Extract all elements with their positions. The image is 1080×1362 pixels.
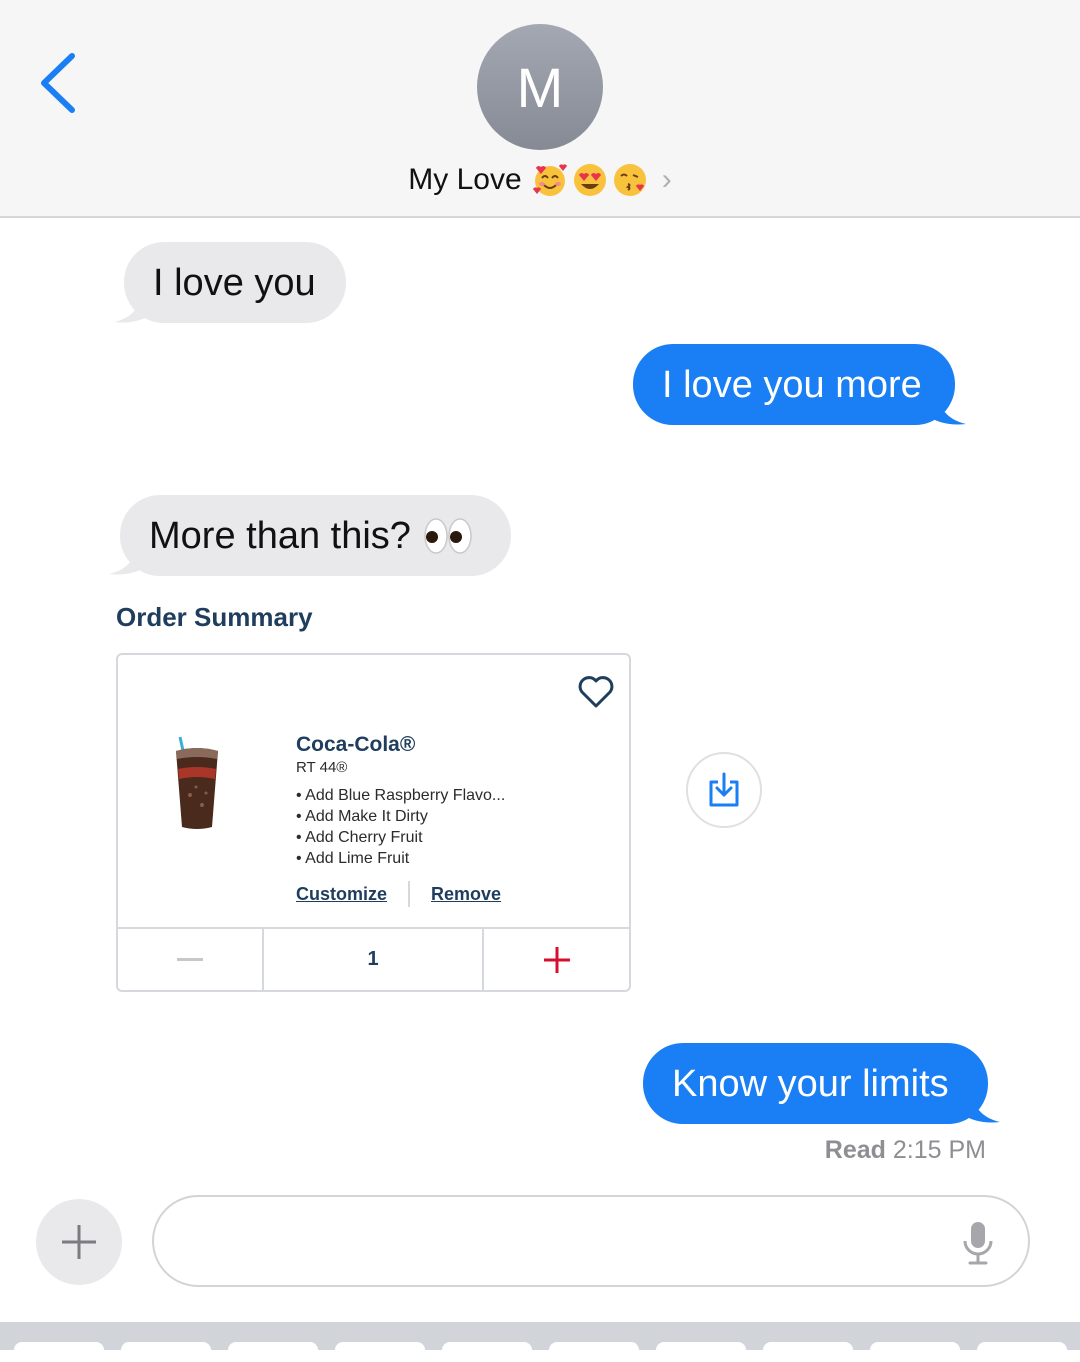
modifier-list: • Add Blue Raspberry Flavo... • Add Make… (296, 785, 505, 869)
message-input-container (152, 1195, 1030, 1287)
read-time: 2:15 PM (892, 1136, 986, 1164)
keyboard (0, 1322, 1080, 1362)
read-label: Read (824, 1136, 886, 1164)
save-share-button[interactable] (686, 752, 762, 828)
keyboard-key[interactable] (228, 1342, 318, 1362)
avatar[interactable]: M (477, 24, 603, 150)
list-item: • Add Make It Dirty (296, 808, 428, 825)
item-actions: Customize Remove (296, 881, 501, 907)
decrease-quantity-button[interactable] (118, 929, 264, 990)
customize-link[interactable]: Customize (296, 884, 387, 905)
keyboard-key[interactable] (14, 1342, 104, 1362)
microphone-icon[interactable] (962, 1221, 994, 1265)
face-blowing-kiss-icon (613, 164, 646, 196)
read-receipt: Read 2:15 PM (825, 1136, 986, 1165)
keyboard-key[interactable] (442, 1342, 532, 1362)
list-item: • Add Blue Raspberry Flavo... (296, 787, 506, 804)
list-item: • Add Lime Fruit (296, 850, 410, 867)
avatar-initial: M (516, 55, 564, 119)
contact-emojis (532, 162, 648, 198)
message-text: More than this? (149, 514, 411, 557)
plus-icon (62, 1225, 96, 1259)
keyboard-key[interactable] (870, 1342, 960, 1362)
message-text: I love you (153, 261, 316, 304)
contact-name-button[interactable]: My Love › (0, 160, 1080, 200)
divider (408, 881, 411, 907)
eyes-icon (424, 517, 472, 554)
message-bubble-outgoing[interactable]: Know your limits (643, 1043, 988, 1124)
quantity-stepper: 1 (118, 927, 629, 990)
message-bubble-incoming[interactable]: More than this? (120, 495, 511, 576)
message-text: I love you more (662, 363, 922, 406)
keyboard-key[interactable] (121, 1342, 211, 1362)
keyboard-key[interactable] (763, 1342, 853, 1362)
heart-eyes-icon (573, 164, 606, 196)
apps-plus-button[interactable] (36, 1199, 122, 1285)
smiling-face-with-hearts-icon (532, 164, 567, 196)
message-bubble-outgoing[interactable]: I love you more (633, 344, 955, 425)
keyboard-key[interactable] (549, 1342, 639, 1362)
plus-icon (543, 946, 570, 973)
order-summary-title: Order Summary (116, 602, 313, 632)
keyboard-key[interactable] (977, 1342, 1067, 1362)
list-item: • Add Cherry Fruit (296, 829, 423, 846)
keyboard-key[interactable] (335, 1342, 425, 1362)
back-chevron-icon[interactable] (36, 50, 80, 116)
quantity-value: 1 (264, 929, 484, 990)
conversation-header: M My Love › (0, 0, 1080, 218)
remove-link[interactable]: Remove (431, 884, 501, 905)
keyboard-key[interactable] (656, 1342, 746, 1362)
order-item-card: Coca-Cola® RT 44® • Add Blue Raspberry F… (116, 653, 631, 992)
minus-icon (177, 957, 203, 961)
contact-name: My Love (408, 163, 522, 196)
increase-quantity-button[interactable] (484, 929, 629, 990)
product-image (176, 736, 218, 829)
chevron-right-icon: › (661, 163, 672, 196)
product-name: Coca-Cola® (296, 733, 416, 756)
message-input[interactable] (184, 1217, 948, 1269)
message-text: Know your limits (672, 1062, 949, 1105)
heart-outline-icon[interactable] (578, 675, 614, 709)
download-tray-icon (709, 772, 739, 807)
message-bubble-incoming[interactable]: I love you (124, 242, 346, 323)
product-size: RT 44® (296, 759, 348, 776)
